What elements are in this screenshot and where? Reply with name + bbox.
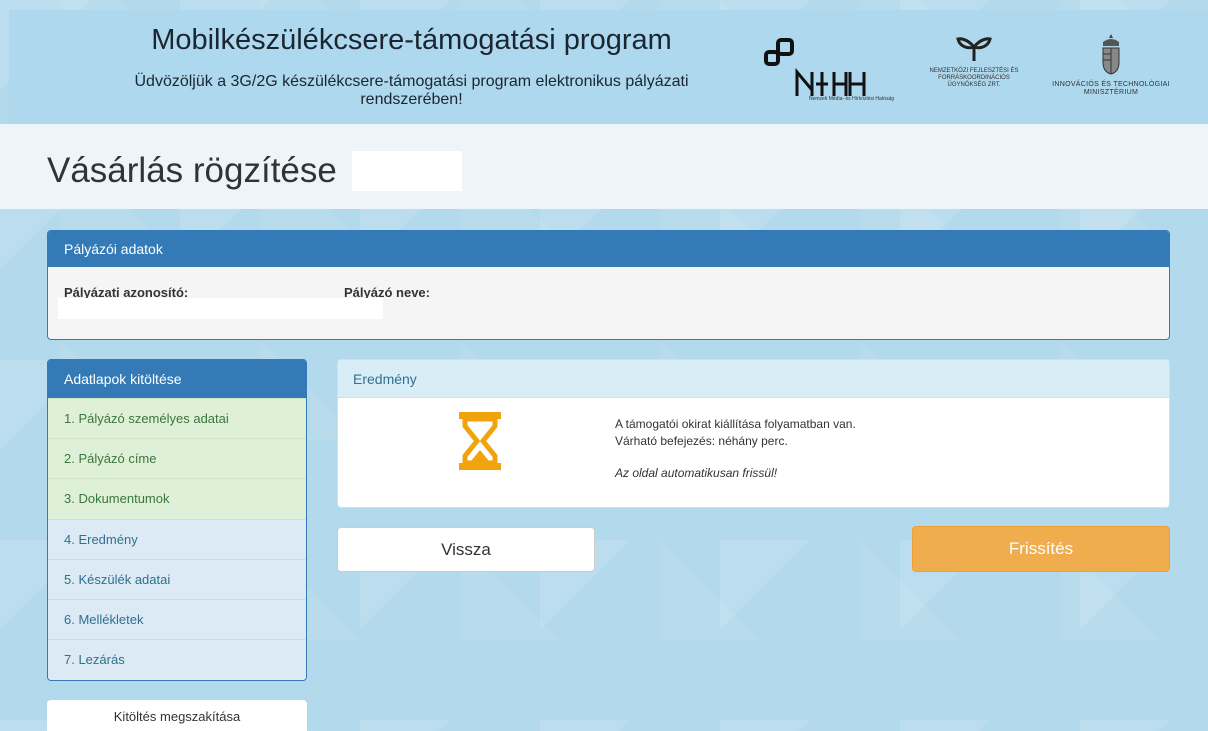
itm-logo-line2: MINISZTÉRIUM — [1083, 89, 1139, 96]
refresh-button[interactable]: Frissítés — [912, 526, 1170, 572]
applicant-panel: Pályázói adatok Pályázati azonosító: Pál… — [47, 230, 1170, 340]
result-panel-heading: Eredmény — [338, 360, 1169, 398]
hourglass-icon — [459, 412, 501, 470]
title-bar: Vásárlás rögzítése — [0, 124, 1208, 209]
nav-step-address[interactable]: 2. Pályázó címe — [48, 438, 306, 479]
result-panel: Eredmény A támogatói okirat kiállítása f… — [337, 359, 1170, 508]
site-header: Mobilkészülékcsere-támogatási program Üd… — [9, 10, 1208, 124]
nfu-logo-line3: ÜGYNÖKSÉG ZRT. — [947, 82, 1001, 88]
header-subtitle-line2: rendszerében! — [360, 91, 463, 108]
nav-step-attachments[interactable]: 6. Mellékletek — [48, 598, 306, 640]
itm-logo-line1: INNOVÁCIÓS ÉS TECHNOLÓGIAI — [1052, 81, 1170, 88]
applicant-panel-heading: Pályázói adatok — [48, 231, 1169, 267]
form-steps-heading: Adatlapok kitöltése — [48, 360, 306, 398]
nav-step-closing[interactable]: 7. Lezárás — [48, 639, 306, 680]
nav-step-documents[interactable]: 3. Dokumentumok — [48, 478, 306, 519]
nfu-logo-line2: FORRÁSKOORDINÁCIÓS — [938, 75, 1010, 81]
result-line1: A támogatói okirat kiállítása folyamatba… — [615, 417, 856, 431]
nav-step-personal-data[interactable]: 1. Pályázó személyes adatai — [48, 398, 306, 439]
auto-refresh-note: Az oldal automatikusan frissül! — [615, 466, 778, 480]
result-message: A támogatói okirat kiállítása folyamatba… — [615, 416, 856, 450]
back-button[interactable]: Vissza — [337, 527, 595, 572]
result-line2: Várható befejezés: néhány perc. — [615, 434, 788, 448]
nmhh-logo-subtext: Nemzeti Média- és Hírközlési Hatóság — [809, 96, 895, 102]
nfu-logo: NEMZETKÖZI FEJLESZTÉSI ÉS FORRÁSKOORDINÁ… — [914, 35, 1034, 125]
form-steps-nav: Adatlapok kitöltése 1. Pályázó személyes… — [47, 359, 307, 681]
nav-step-device-data[interactable]: 5. Készülék adatai — [48, 558, 306, 599]
header-subtitle-line1: Üdvözöljük a 3G/2G készülékcsere-támogat… — [134, 73, 689, 90]
nav-step-result[interactable]: 4. Eredmény — [48, 518, 306, 559]
nfu-logo-line1: NEMZETKÖZI FEJLESZTÉSI ÉS — [929, 68, 1019, 74]
header-title: Mobilkészülékcsere-támogatási program — [151, 24, 672, 56]
itm-logo: INNOVÁCIÓS ÉS TECHNOLÓGIAI MINISZTÉRIUM — [1041, 32, 1181, 97]
redacted-title-suffix — [352, 151, 462, 191]
sprout-icon — [956, 37, 992, 61]
page-title: Vásárlás rögzítése — [47, 151, 337, 190]
nmhh-logo: Nemzeti Média- és Hírközlési Hatóság — [764, 38, 914, 118]
redacted-applicant-values — [58, 298, 383, 319]
header-subtitle: Üdvözöljük a 3G/2G készülékcsere-támogat… — [79, 73, 744, 109]
abort-filling-button[interactable]: Kitöltés megszakítása — [47, 700, 307, 731]
coat-of-arms-icon — [1102, 34, 1120, 75]
